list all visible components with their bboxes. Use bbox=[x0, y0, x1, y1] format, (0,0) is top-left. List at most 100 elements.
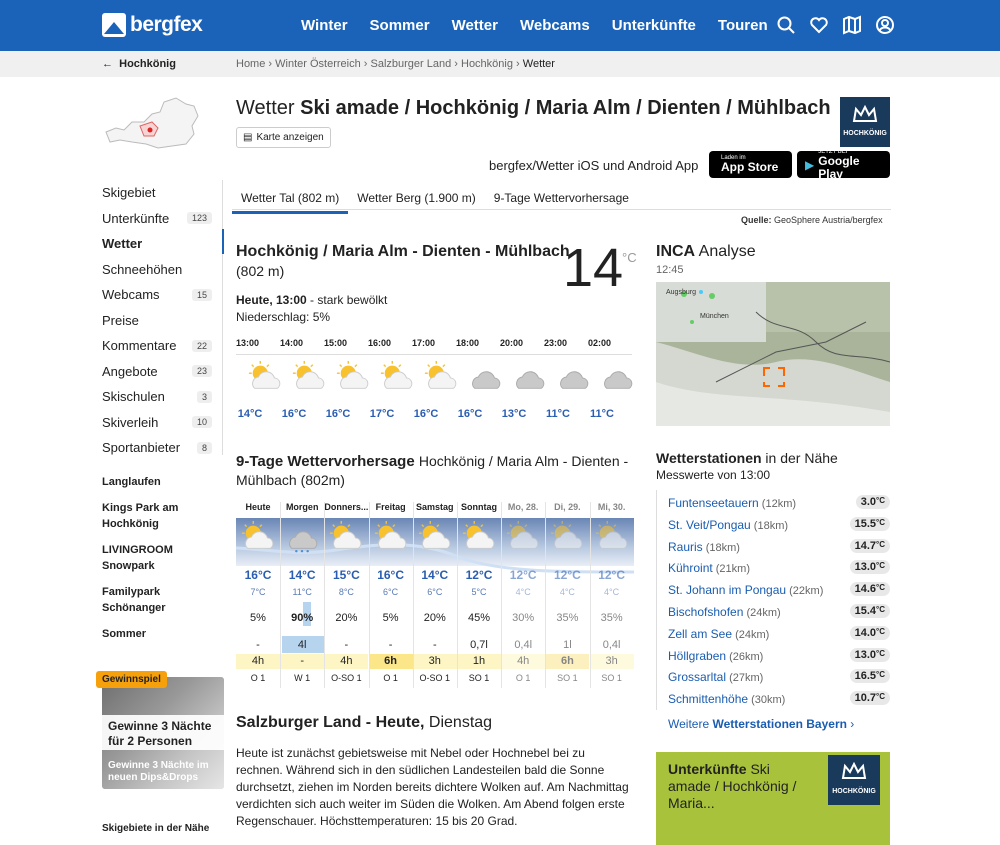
forecast-rain-amount: 1l bbox=[563, 639, 572, 651]
forecast-day[interactable]: Morgen 14°C 11°C 90% 4l - W 1 bbox=[280, 502, 325, 683]
tab-wetter-berg[interactable]: Wetter Berg (1.900 m) bbox=[348, 188, 485, 214]
station-temperature: 16.5°C bbox=[849, 669, 890, 684]
nav-touren[interactable]: Touren bbox=[718, 17, 768, 34]
sidebar-link-familypark[interactable]: Familypark Schönanger bbox=[102, 584, 212, 616]
tab-9-tage[interactable]: 9-Tage Wettervorhersage bbox=[485, 188, 638, 214]
tabs-divider bbox=[232, 209, 891, 210]
station-name[interactable]: Kühroint (21km) bbox=[668, 561, 750, 575]
station-temperature: 13.0°C bbox=[849, 647, 890, 662]
partly-sunny-icon bbox=[374, 520, 406, 549]
sidebar-item-skiverleih[interactable]: Skiverleih 10 bbox=[102, 410, 222, 436]
sidebar-item-preise[interactable]: Preise bbox=[102, 308, 222, 334]
nav-winter[interactable]: Winter bbox=[301, 17, 348, 34]
station-temperature: 15.5°C bbox=[849, 516, 890, 531]
google-play-button[interactable]: ▶ JETZT BEI Google Play bbox=[797, 149, 890, 180]
sidebar-item-unterknfte[interactable]: Unterkünfte 123 bbox=[102, 206, 222, 232]
top-navigation-bar: bergfex Winter Sommer Wetter Webcams Unt… bbox=[0, 0, 1000, 51]
forecast-day[interactable]: Mo, 28. 12°C 4°C 30% 0,4l 4h O 1 bbox=[501, 502, 546, 683]
station-name[interactable]: Bischofshofen (24km) bbox=[668, 605, 781, 619]
sidebar-item-sportanbieter[interactable]: Sportanbieter 8 bbox=[102, 435, 222, 461]
svg-text:München: München bbox=[700, 313, 729, 320]
forecast-day[interactable]: Samstag 14°C 6°C 20% - 3h O-SO 1 bbox=[412, 502, 457, 683]
sidebar-item-webcams[interactable]: Webcams 15 bbox=[102, 282, 222, 308]
station-row[interactable]: St. Johann im Pongau (22km) 14.6°C bbox=[656, 580, 890, 602]
forecast-day[interactable]: Mi, 30. 12°C 4°C 35% 0,4l 3h SO 1 bbox=[589, 502, 634, 683]
sidebar-item-angebote[interactable]: Angebote 23 bbox=[102, 359, 222, 385]
forecast-day[interactable]: Sonntag 12°C 5°C 45% 0,7l 1h SO 1 bbox=[457, 502, 501, 683]
sidebar-link-kings-park[interactable]: Kings Park am Hochkönig bbox=[102, 500, 212, 532]
sidebar-link-livingroom[interactable]: LIVINGROOM Snowpark bbox=[102, 542, 212, 574]
crumb-hochkoenig[interactable]: Hochkönig bbox=[461, 58, 513, 70]
source-note: Quelle: GeoSphere Austria/bergfex bbox=[741, 215, 883, 225]
show-map-button[interactable]: ▤ Karte anzeigen bbox=[236, 127, 331, 148]
partly-sunny-icon bbox=[330, 520, 362, 549]
nav-sommer[interactable]: Sommer bbox=[370, 17, 430, 34]
inca-radar-map[interactable]: Augsburg München bbox=[656, 282, 890, 426]
forecast-day[interactable]: Heute 16°C 7°C 5% - 4h O 1 bbox=[236, 502, 280, 683]
sidebar-item-wetter[interactable]: Wetter bbox=[102, 231, 222, 257]
count-badge: 22 bbox=[191, 339, 212, 352]
station-name[interactable]: St. Veit/Pongau (18km) bbox=[668, 518, 788, 532]
sidebar-item-label: Sportanbieter bbox=[102, 440, 181, 456]
station-row[interactable]: Funtenseetauern (12km) 3.0°C bbox=[656, 493, 890, 515]
sidebar-links: Langlaufen Kings Park am Hochkönig LIVIN… bbox=[102, 474, 212, 652]
station-row[interactable]: Zell am See (24km) 14.0°C bbox=[656, 624, 890, 646]
nav-webcams[interactable]: Webcams bbox=[520, 17, 590, 34]
app-store-button[interactable]: Laden im App Store bbox=[709, 151, 792, 178]
hour-temperature: 11°C bbox=[590, 408, 614, 420]
bergfex-logo[interactable]: bergfex bbox=[102, 13, 203, 37]
sidebar-item-kommentare[interactable]: Kommentare 22 bbox=[102, 333, 222, 359]
sidebar-item-skischulen[interactable]: Skischulen 3 bbox=[102, 384, 222, 410]
search-icon[interactable] bbox=[776, 15, 796, 35]
tab-wetter-tal[interactable]: Wetter Tal (802 m) bbox=[232, 188, 349, 214]
more-stations-link[interactable]: Weitere Wetterstationen Bayern › bbox=[668, 717, 854, 731]
back-link[interactable]: ← Hochkönig bbox=[102, 58, 176, 70]
crumb-home[interactable]: Home bbox=[236, 58, 265, 70]
sidebar-link-langlaufen[interactable]: Langlaufen bbox=[102, 474, 212, 490]
cloud-icon bbox=[472, 371, 501, 389]
forecast-min-temp: 7°C bbox=[250, 587, 266, 597]
forecast-rain-amount: - bbox=[388, 639, 393, 651]
station-name[interactable]: Rauris (18km) bbox=[668, 540, 740, 554]
forecast-day[interactable]: Donners... 15°C 8°C 20% - 4h O-SO 1 bbox=[324, 502, 368, 683]
promo-card[interactable]: Gewinne 3 Nächte für 2 Personen Gewinne … bbox=[102, 677, 224, 789]
station-row[interactable]: St. Veit/Pongau (18km) 15.5°C bbox=[656, 515, 890, 537]
sidebar-link-sommer[interactable]: Sommer bbox=[102, 626, 212, 642]
austria-map-thumbnail[interactable] bbox=[102, 92, 200, 154]
partly-sunny-icon bbox=[248, 360, 281, 389]
forecast-day[interactable]: Freitag 16°C 6°C 5% - 6h O 1 bbox=[368, 502, 413, 683]
station-row[interactable]: Bischofshofen (24km) 15.4°C bbox=[656, 602, 890, 624]
cloud-icon bbox=[516, 371, 545, 389]
sidebar-item-skigebiet[interactable]: Skigebiet bbox=[102, 180, 222, 206]
station-name[interactable]: Zell am See (24km) bbox=[668, 627, 769, 641]
station-row[interactable]: Rauris (18km) 14.7°C bbox=[656, 537, 890, 559]
station-name[interactable]: Funtenseetauern (12km) bbox=[668, 496, 796, 510]
user-icon[interactable] bbox=[875, 15, 895, 35]
station-row[interactable]: Grossarltal (27km) 16.5°C bbox=[656, 667, 890, 689]
station-row[interactable]: Kühroint (21km) 13.0°C bbox=[656, 558, 890, 580]
crumb-current: Wetter bbox=[522, 58, 555, 70]
count-badge: 10 bbox=[191, 416, 212, 429]
sidebar-item-label: Skigebiet bbox=[102, 185, 156, 201]
accommodation-card[interactable]: Unterkünfte Ski amade / Hochkönig / Mari… bbox=[656, 752, 890, 845]
map-icon[interactable] bbox=[842, 15, 862, 35]
forecast-day[interactable]: Di, 29. 12°C 4°C 35% 1l 6h SO 1 bbox=[545, 502, 590, 683]
sidebar-item-schneehhen[interactable]: Schneehöhen bbox=[102, 257, 222, 283]
heart-icon[interactable] bbox=[809, 15, 829, 35]
station-name[interactable]: Höllgraben (26km) bbox=[668, 649, 763, 663]
station-name[interactable]: St. Johann im Pongau (22km) bbox=[668, 583, 823, 597]
forecast-min-temp: 4°C bbox=[515, 587, 531, 597]
count-badge: 3 bbox=[196, 390, 212, 403]
forecast-column-divider bbox=[457, 502, 458, 688]
station-name[interactable]: Schmittenhöhe (30km) bbox=[668, 692, 785, 706]
hour-temperature: 16°C bbox=[325, 408, 351, 420]
nav-wetter[interactable]: Wetter bbox=[452, 17, 498, 34]
crumb-winter[interactable]: Winter Österreich bbox=[275, 58, 361, 70]
nav-unterkuenfte[interactable]: Unterkünfte bbox=[612, 17, 696, 34]
crumb-salzburg[interactable]: Salzburger Land bbox=[370, 58, 451, 70]
station-name[interactable]: Grossarltal (27km) bbox=[668, 670, 763, 684]
station-row[interactable]: Höllgraben (26km) 13.0°C bbox=[656, 646, 890, 668]
hochkoenig-logo[interactable]: HOCHKÖNIG bbox=[840, 97, 890, 147]
station-row[interactable]: Schmittenhöhe (30km) 10.7°C bbox=[656, 689, 890, 711]
forecast-precip-prob: 20% bbox=[423, 612, 446, 624]
